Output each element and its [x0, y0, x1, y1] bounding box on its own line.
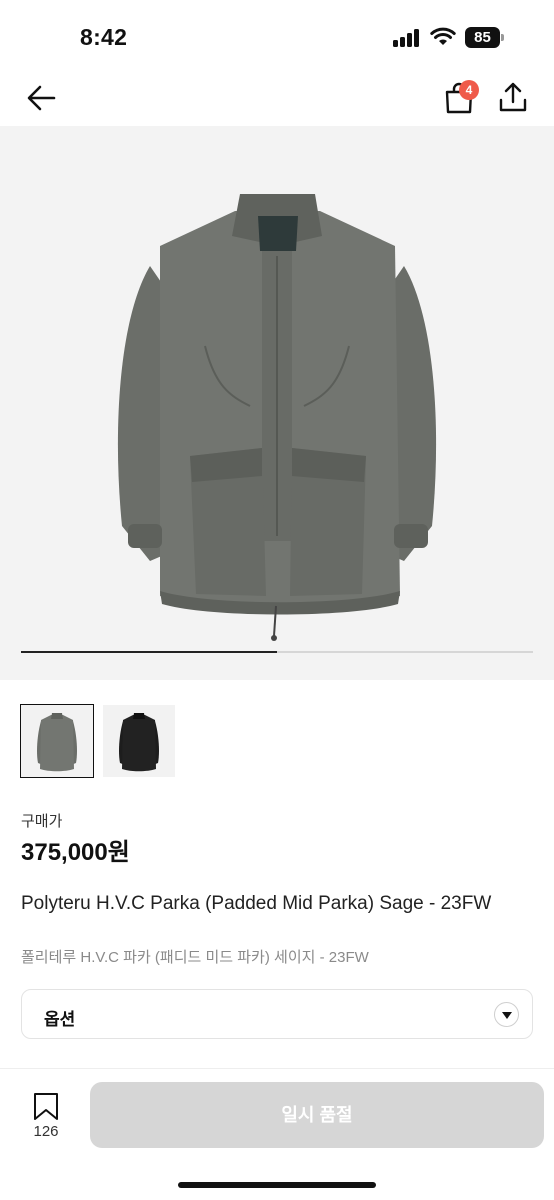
product-image[interactable]	[0, 126, 554, 680]
signal-icon	[393, 29, 423, 47]
option-select[interactable]: 옵션	[21, 989, 533, 1039]
share-icon[interactable]	[496, 78, 530, 118]
home-indicator	[178, 1182, 376, 1188]
parka-image	[117, 194, 437, 641]
chevron-down-icon	[494, 1002, 519, 1027]
cart-count-badge: 4	[459, 80, 479, 100]
thumbnail-sage[interactable]	[20, 704, 94, 778]
sold-out-button[interactable]: 일시 품절	[90, 1082, 544, 1148]
bottom-bar: 126 일시 품절	[0, 1068, 554, 1200]
battery-level: 85	[465, 27, 500, 48]
product-subtitle: 폴리테루 H.V.C 파카 (패디드 미드 파카) 세이지 - 23FW	[21, 949, 369, 966]
bookmark-icon	[34, 1093, 58, 1120]
wifi-icon	[430, 27, 456, 45]
back-arrow-icon[interactable]	[22, 80, 62, 116]
price-label: 구매가	[21, 813, 63, 830]
product-title: Polyteru H.V.C Parka (Padded Mid Parka) …	[21, 893, 492, 914]
bookmark-count: 126	[33, 1123, 59, 1140]
status-bar: 8:42 85	[0, 0, 554, 70]
product-price: 375,000원	[21, 839, 130, 866]
option-label: 옵션	[44, 1010, 76, 1029]
status-time: 8:42	[80, 24, 128, 50]
bookmark-button[interactable]: 126	[26, 1091, 66, 1143]
thumbnail-black[interactable]	[103, 705, 175, 777]
gallery-progress-fill	[21, 651, 277, 653]
battery-icon: 85	[465, 27, 505, 48]
gallery-progress	[21, 651, 533, 653]
